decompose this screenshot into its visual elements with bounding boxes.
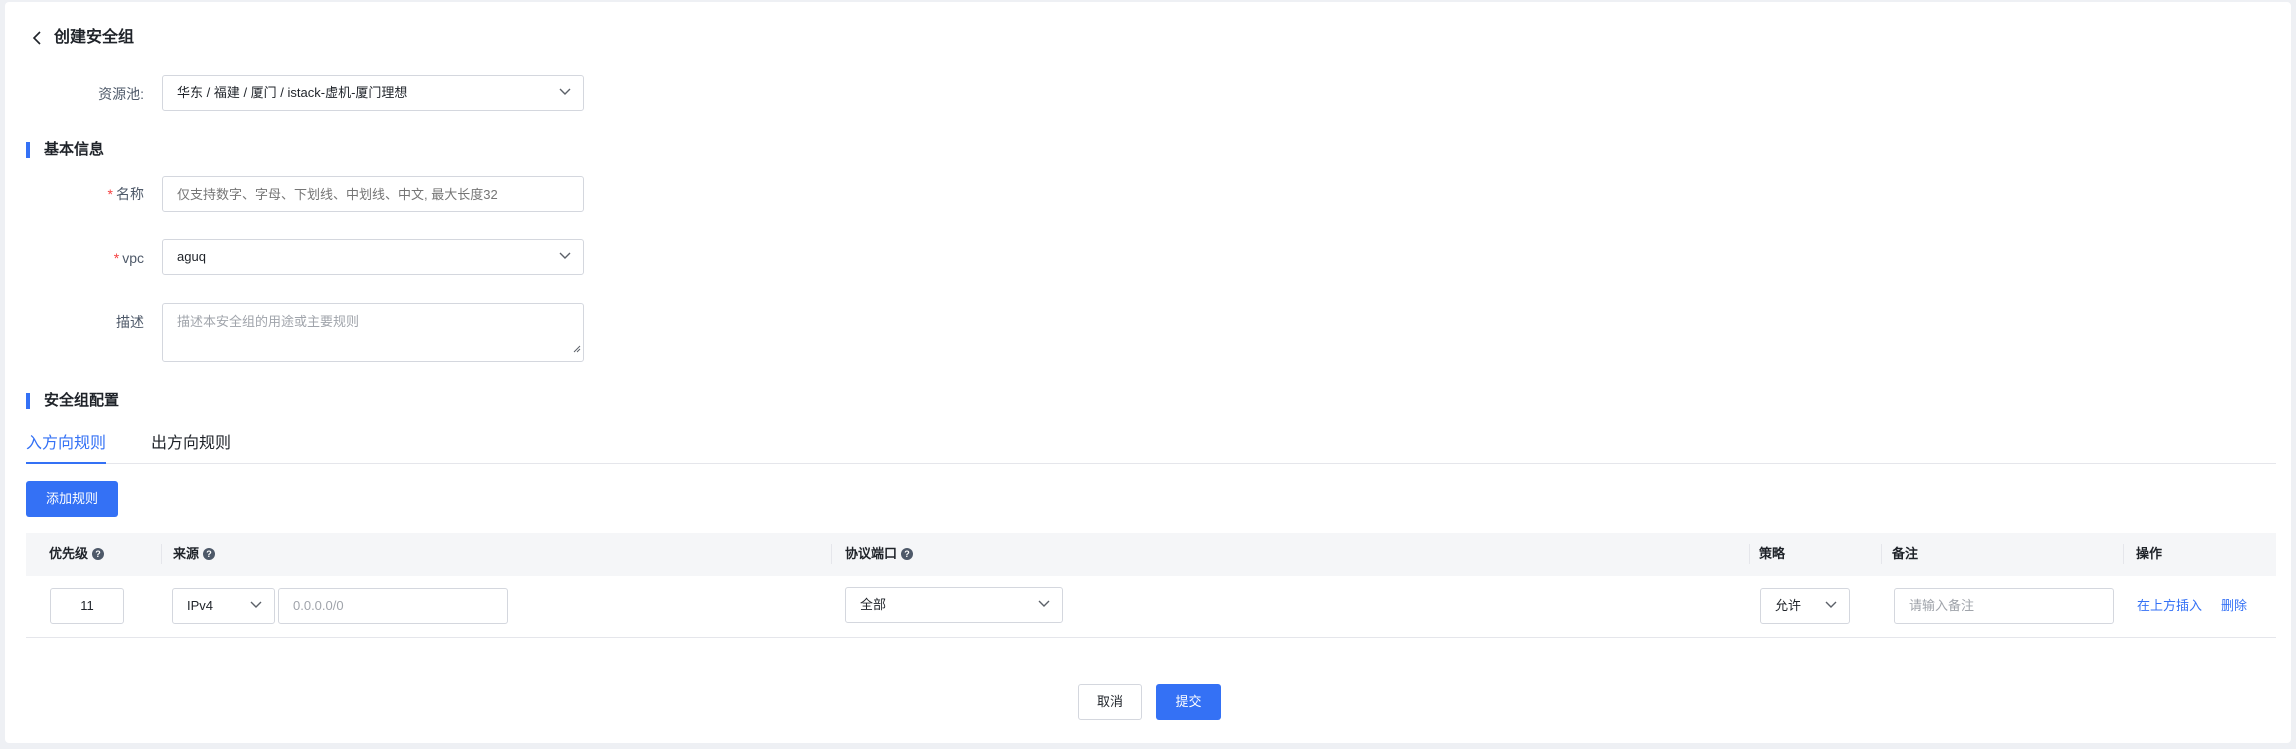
protocol-select[interactable]: 全部 xyxy=(845,587,1063,623)
column-divider xyxy=(1881,544,1882,564)
basic-info-title: 基本信息 xyxy=(44,141,105,158)
back-icon[interactable] xyxy=(31,28,47,48)
remark-placeholder: 请输入备注 xyxy=(1909,598,1975,613)
submit-button[interactable]: 提交 xyxy=(1156,684,1221,720)
chevron-down-icon xyxy=(250,589,262,609)
create-security-group-page: 创建安全组 资源池: 华东 / 福建 / 厦门 / istack-虚机-厦门理想… xyxy=(5,2,2291,743)
tab-outbound-rules[interactable]: 出方向规则 xyxy=(151,432,231,456)
table-row-divider xyxy=(26,637,2276,638)
column-protocol-port: 协议端口? xyxy=(845,533,914,575)
name-label: * 名称 xyxy=(107,186,144,202)
chevron-down-icon xyxy=(559,240,571,260)
column-divider xyxy=(2123,544,2124,564)
resize-handle-icon[interactable] xyxy=(573,339,581,359)
priority-input[interactable]: 11 xyxy=(50,588,124,624)
page-title: 创建安全组 xyxy=(54,29,135,46)
help-icon: ? xyxy=(203,547,216,560)
ip-version-select[interactable]: IPv4 xyxy=(172,588,275,624)
column-remark: 备注 xyxy=(1892,546,1919,561)
sg-config-title: 安全组配置 xyxy=(44,392,120,409)
vpc-value: aguq xyxy=(177,249,206,264)
resource-pool-label: 资源池: xyxy=(98,86,144,102)
description-label: 描述 xyxy=(116,314,144,330)
insert-above-link[interactable]: 在上方插入 xyxy=(2137,588,2202,624)
column-divider xyxy=(831,544,832,564)
cancel-button[interactable]: 取消 xyxy=(1078,684,1142,720)
column-source: 来源? xyxy=(173,533,216,575)
tab-inbound-rules[interactable]: 入方向规则 xyxy=(26,432,106,456)
description-placeholder: 描述本安全组的用途或主要规则 xyxy=(177,314,360,329)
column-divider xyxy=(161,544,162,564)
resource-pool-select[interactable]: 华东 / 福建 / 厦门 / istack-虚机-厦门理想 xyxy=(162,75,584,111)
rules-table-header xyxy=(26,533,2276,576)
delete-link[interactable]: 删除 xyxy=(2221,588,2247,624)
section-marker xyxy=(26,142,30,158)
protocol-value: 全部 xyxy=(860,597,887,612)
section-marker xyxy=(26,393,30,409)
column-policy: 策略 xyxy=(1759,546,1786,561)
policy-select[interactable]: 允许 xyxy=(1760,588,1850,624)
description-textarea[interactable]: 描述本安全组的用途或主要规则 xyxy=(162,303,584,362)
vpc-label: * vpc xyxy=(113,250,144,266)
name-input[interactable] xyxy=(162,176,584,212)
column-priority: 优先级? xyxy=(49,533,105,575)
tabs-divider xyxy=(26,463,2276,464)
add-rule-button[interactable]: 添加规则 xyxy=(26,481,118,517)
active-tab-indicator xyxy=(26,462,106,464)
chevron-down-icon xyxy=(559,76,571,96)
source-ip-input[interactable]: 0.0.0.0/0 xyxy=(278,588,508,624)
column-divider xyxy=(1749,544,1750,564)
help-icon: ? xyxy=(901,547,914,560)
vpc-select[interactable]: aguq xyxy=(162,239,584,275)
help-icon: ? xyxy=(92,547,105,560)
source-ip-placeholder: 0.0.0.0/0 xyxy=(293,598,344,613)
chevron-down-icon xyxy=(1825,589,1837,609)
resource-pool-value: 华东 / 福建 / 厦门 / istack-虚机-厦门理想 xyxy=(177,85,408,100)
chevron-down-icon xyxy=(1038,588,1050,608)
policy-value: 允许 xyxy=(1775,598,1802,613)
ip-version-value: IPv4 xyxy=(187,598,214,613)
column-actions: 操作 xyxy=(2136,546,2163,561)
remark-input[interactable]: 请输入备注 xyxy=(1894,588,2114,624)
